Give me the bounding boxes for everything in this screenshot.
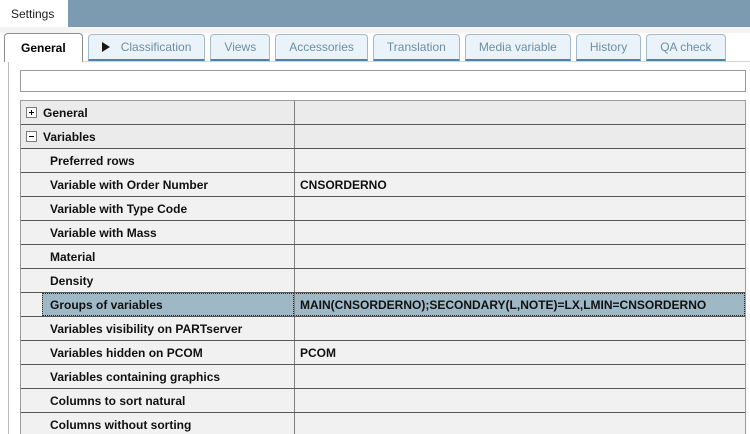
tab-qa-check[interactable]: QA check [646,34,726,61]
property-label-cell: Variable with Order Number [42,173,294,196]
row-indent [21,389,42,412]
collapse-minus-icon[interactable] [26,131,37,142]
property-row-preferred-rows[interactable]: Preferred rows [21,149,745,173]
settings-window: Settings General Classification Views Acces… [0,0,750,434]
property-row-material[interactable]: Material [21,245,745,269]
tab-label: Views [224,40,257,54]
tab-media-variable[interactable]: Media variable [464,34,571,61]
property-label-cell: Variable with Type Code [42,197,294,220]
property-value-cell[interactable] [294,389,745,412]
property-label-cell: Variable with Mass [42,221,294,244]
row-indent [21,317,42,340]
property-label-cell: Variables containing graphics [42,365,294,388]
row-indent [21,413,42,434]
row-indent [21,149,42,172]
document-tab-label: Settings [11,6,55,21]
tab-history[interactable]: History [575,34,642,61]
row-indent [21,269,42,292]
tab-accessories[interactable]: Accessories [275,34,368,61]
property-value-cell[interactable] [294,365,745,388]
property-row-groups-of-variables[interactable]: Groups of variables MAIN(CNSORDERNO);SECO… [21,293,745,317]
property-row-columns-without-sorting[interactable]: Columns without sorting [21,413,745,434]
tab-label: Translation [386,40,446,54]
tab-label: Classification [120,40,192,54]
property-value-cell[interactable] [294,269,745,292]
document-tab-bar-fill [68,0,750,27]
tab-strip: General Classification Views Accessories Tra… [0,33,750,62]
category-label: General [43,105,88,120]
property-value-cell[interactable] [294,413,745,434]
tab-general[interactable]: General [4,33,83,62]
tab-label: Media variable [478,40,557,54]
property-row-variable-with-order-number[interactable]: Variable with Order Number CNSORDERNO [21,173,745,197]
expand-plus-icon[interactable] [26,107,37,118]
property-row-variable-with-mass[interactable]: Variable with Mass [21,221,745,245]
property-value-cell[interactable] [294,317,745,340]
tab-views[interactable]: Views [210,34,271,61]
row-indent [21,341,42,364]
property-value-cell[interactable] [294,125,745,148]
property-row-density[interactable]: Density [21,269,745,293]
tab-label: Accessories [289,40,354,54]
property-label-cell: Density [42,269,294,292]
property-value-cell[interactable] [294,149,745,172]
row-indent [21,221,42,244]
property-label-cell: Groups of variables [42,293,294,316]
category-label-cell: General [21,101,294,124]
tab-label: General [21,41,66,55]
property-label-cell: Material [42,245,294,268]
tab-content-panel: General Variables Preferred rows Variable w… [8,61,750,434]
property-row-variable-with-type-code[interactable]: Variable with Type Code [21,197,745,221]
property-value-cell[interactable] [294,197,745,220]
category-label: Variables [43,129,96,144]
property-grid: General Variables Preferred rows Variable w… [20,100,746,434]
property-row-variables-visibility-on-partserver[interactable]: Variables visibility on PARTserver [21,317,745,341]
property-value-cell[interactable]: MAIN(CNSORDERNO);SECONDARY(L,NOTE)=LX,LM… [294,293,745,316]
filter-input[interactable] [20,70,746,92]
property-value-cell[interactable] [294,221,745,244]
property-value-cell[interactable] [294,245,745,268]
property-label-cell: Columns without sorting [42,413,294,434]
row-indent [21,293,42,316]
property-value-cell[interactable] [294,101,745,124]
tab-classification[interactable]: Classification [87,34,206,61]
property-label-cell: Preferred rows [42,149,294,172]
row-indent [21,173,42,196]
category-row-variables[interactable]: Variables [21,125,745,149]
row-indent [21,365,42,388]
document-tab-bar: Settings [0,0,750,27]
property-value-cell[interactable]: CNSORDERNO [294,173,745,196]
property-row-variables-hidden-on-pcom[interactable]: Variables hidden on PCOM PCOM [21,341,745,365]
property-value-cell[interactable]: PCOM [294,341,745,364]
document-tab-settings[interactable]: Settings [0,0,69,27]
property-label-cell: Variables hidden on PCOM [42,341,294,364]
tab-label: QA check [660,40,712,54]
category-label-cell: Variables [21,125,294,148]
row-indent [21,245,42,268]
tab-label: History [589,40,628,54]
expand-arrow-icon [101,42,110,52]
row-indent [21,197,42,220]
tab-translation[interactable]: Translation [372,34,460,61]
property-row-variables-containing-graphics[interactable]: Variables containing graphics [21,365,745,389]
property-label-cell: Variables visibility on PARTserver [42,317,294,340]
property-label-cell: Columns to sort natural [42,389,294,412]
property-row-columns-to-sort-natural[interactable]: Columns to sort natural [21,389,745,413]
category-row-general[interactable]: General [21,101,745,125]
